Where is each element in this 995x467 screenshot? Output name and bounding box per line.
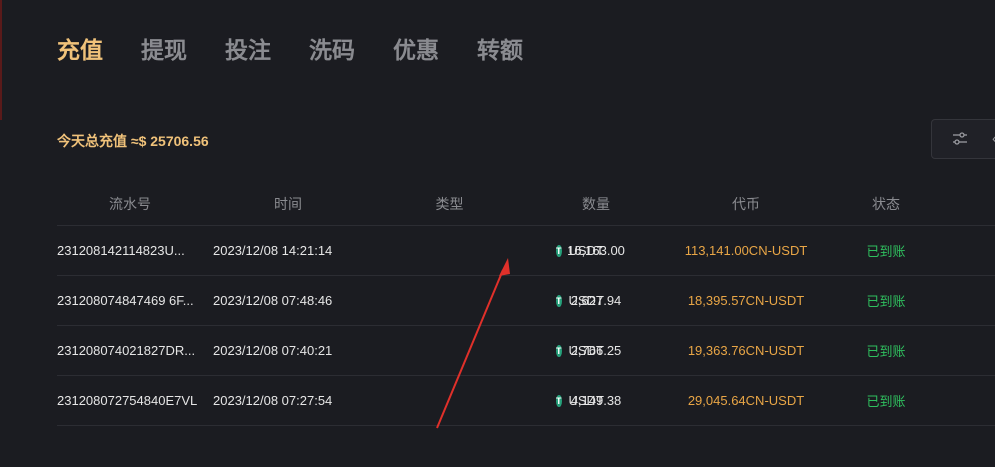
table-row[interactable]: 231208142114823U... 2023/12/08 14:21:14 … <box>57 226 995 276</box>
status: 已到账 <box>866 394 906 409</box>
serial-number: 231208072754840E7VL <box>57 393 198 408</box>
token-amount: 19,363.76CN-USDT <box>687 343 805 358</box>
type: T USDT <box>373 293 604 308</box>
amount: 4,149.38 <box>570 393 622 408</box>
table-row[interactable]: 231208074021827DR... 2023/12/08 07:40:21… <box>57 326 995 376</box>
tab-bet[interactable]: 投注 <box>225 34 271 66</box>
type: T USDT <box>373 343 604 358</box>
status: 已到账 <box>866 344 906 359</box>
header-serial: 流水号 <box>109 196 151 212</box>
token-amount: 29,045.64CN-USDT <box>687 393 805 408</box>
tab-rebate[interactable]: 洗码 <box>309 34 355 66</box>
amount: 2,627.94 <box>570 293 622 308</box>
serial-number: 231208074021827DR... <box>57 343 196 358</box>
table-header: 流水号 时间 类型 数量 代币 状态 <box>57 183 995 226</box>
table-row[interactable]: 231208074847469 6F... 2023/12/08 07:48:4… <box>57 276 995 326</box>
filter-button[interactable]: ‹ <box>931 119 995 159</box>
status: 已到账 <box>866 294 906 309</box>
token-amount: 18,395.57CN-USDT <box>687 293 805 308</box>
tab-bar: 充值 提现 投注 洗码 优惠 转额 <box>57 34 561 66</box>
type: T USDT <box>373 243 604 258</box>
tab-transfer[interactable]: 转额 <box>477 34 523 66</box>
time: 2023/12/08 07:48:46 <box>213 293 333 308</box>
header-amount: 数量 <box>582 196 610 212</box>
amount: 16,163.00 <box>567 243 625 258</box>
token-amount: 113,141.00CN-USDT <box>684 243 808 258</box>
today-recharge-summary: 今天总充值 ≈$ 25706.56 <box>57 133 209 149</box>
header-type: 类型 <box>435 196 464 212</box>
time: 2023/12/08 14:21:14 <box>213 243 333 258</box>
sliders-icon <box>952 131 968 152</box>
tab-recharge[interactable]: 充值 <box>57 34 103 66</box>
time: 2023/12/08 07:27:54 <box>213 393 333 408</box>
amount: 2,766.25 <box>570 343 622 358</box>
left-edge-strip <box>0 0 2 120</box>
header-status: 状态 <box>872 196 900 212</box>
tab-withdraw[interactable]: 提现 <box>141 34 187 66</box>
header-token: 代币 <box>732 196 760 212</box>
serial-number: 231208074847469 6F... <box>57 293 194 308</box>
table-row[interactable]: 231208072754840E7VL 2023/12/08 07:27:54 … <box>57 376 995 426</box>
header-time: 时间 <box>274 196 302 212</box>
tab-promotion[interactable]: 优惠 <box>393 34 439 66</box>
time: 2023/12/08 07:40:21 <box>213 343 333 358</box>
recharge-table: 流水号 时间 类型 数量 代币 状态 231208142114823U... 2… <box>57 183 995 426</box>
status: 已到账 <box>866 244 906 259</box>
serial-number: 231208142114823U... <box>57 243 185 258</box>
type: T USDT <box>373 393 604 408</box>
